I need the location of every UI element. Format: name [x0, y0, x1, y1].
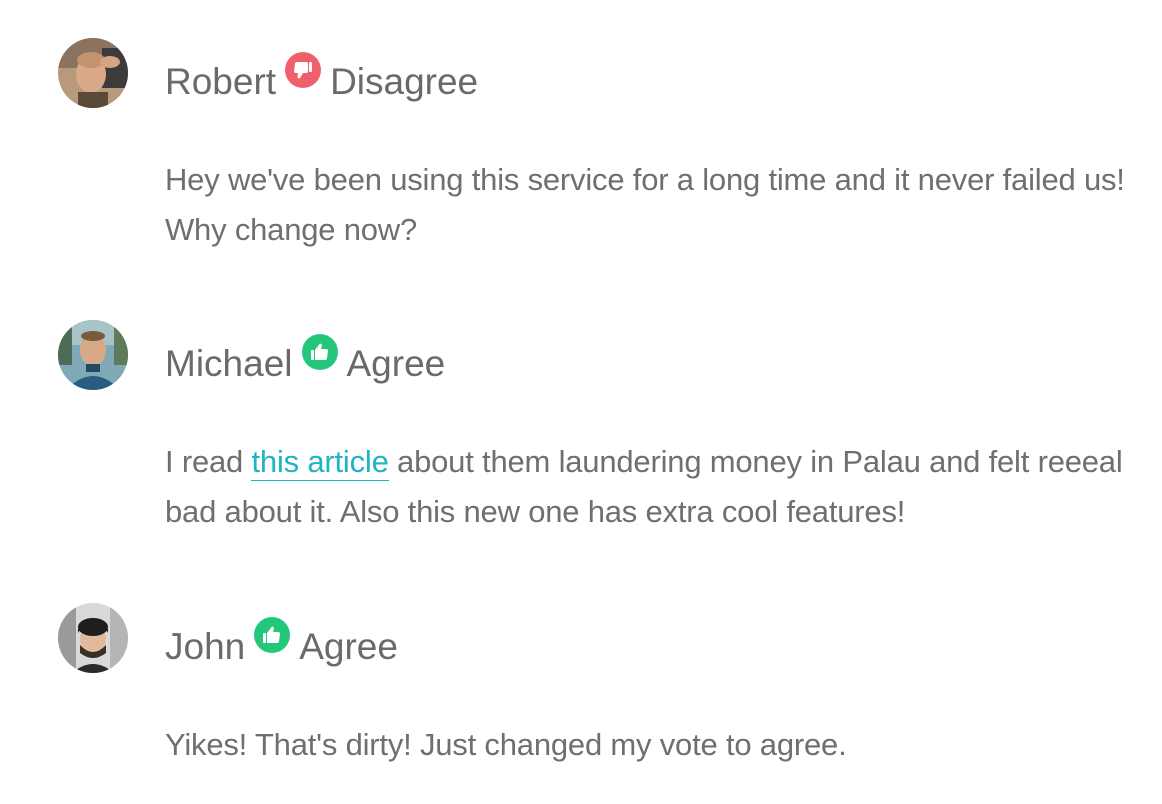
thumbs-down-icon: [285, 52, 322, 88]
comment-header: Michael Agree: [165, 334, 446, 388]
thumbs-up-icon: [254, 617, 291, 653]
comment-text: I read this article about them launderin…: [165, 437, 1125, 537]
avatar[interactable]: [58, 320, 128, 390]
comment-text-before-link: I read: [165, 444, 252, 479]
comment-text: Hey we've been using this service for a …: [165, 162, 1125, 247]
vote-label: Agree: [299, 626, 398, 667]
vote-label: Agree: [346, 343, 446, 384]
comment-text: Yikes! That's dirty! Just changed my vot…: [165, 727, 847, 762]
thumbs-up-icon: [301, 334, 338, 370]
comment-header: Robert Disagree: [165, 52, 479, 106]
comment-header: John Agree: [165, 617, 398, 671]
avatar[interactable]: [58, 603, 128, 673]
avatar[interactable]: [58, 38, 128, 108]
vote-label: Disagree: [330, 61, 479, 102]
author-name[interactable]: John: [165, 623, 245, 671]
author-name[interactable]: Robert: [165, 58, 276, 106]
author-name[interactable]: Michael: [165, 340, 293, 388]
article-link[interactable]: this article: [251, 444, 389, 481]
